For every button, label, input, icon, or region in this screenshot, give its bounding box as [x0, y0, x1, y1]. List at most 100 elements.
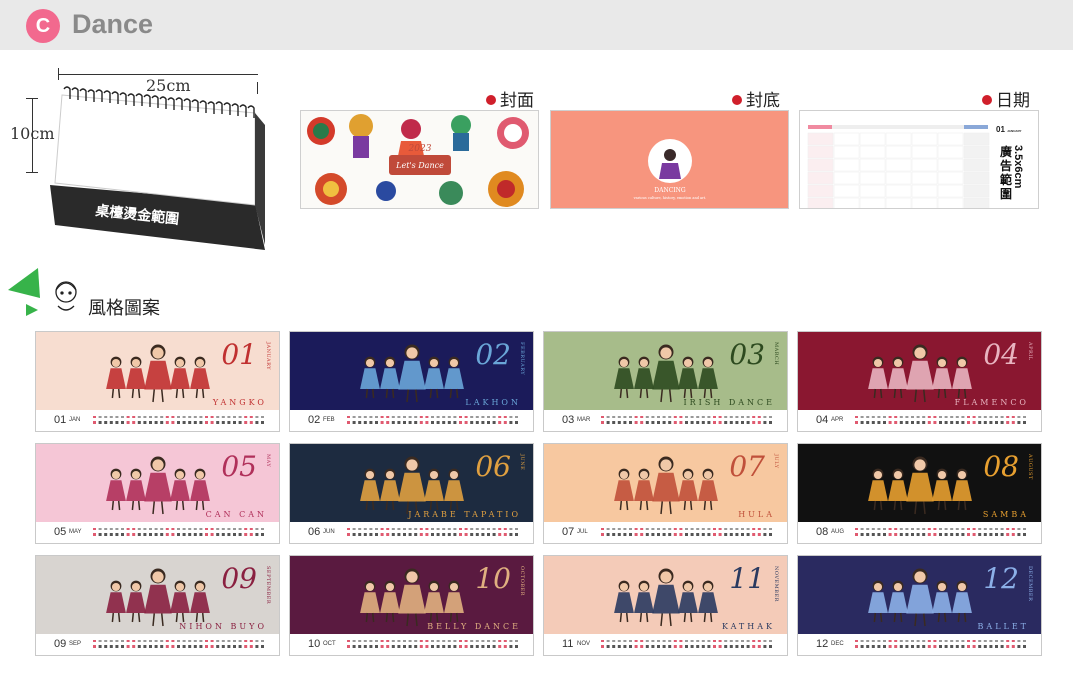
back-title: DANCING — [654, 187, 686, 194]
month-english-name: OCTOBER — [519, 566, 525, 596]
month-card-dec[interactable]: 12 DECEMBER BALLET 12 DEC — [797, 555, 1042, 656]
dance-style-name: SAMBA — [982, 510, 1029, 519]
day-strip — [855, 528, 1026, 536]
date-preview[interactable]: 01 JANUARY 廣告範圍 3.5x6cm — [799, 110, 1039, 209]
red-dot-icon — [486, 95, 496, 105]
month-card-nov[interactable]: 11 NOVEMBER KATHAK 11 NOV — [543, 555, 788, 656]
month-number: 03 — [729, 338, 765, 371]
month-english-name: JANUARY — [265, 342, 271, 371]
footer-month-abbr: AUG — [831, 529, 845, 535]
month-card-footer: 06 JUN — [290, 522, 533, 543]
day-strip — [601, 528, 772, 536]
footer-month-abbr: MAY — [69, 529, 82, 535]
month-number: 10 — [475, 562, 511, 595]
month-card-jun[interactable]: 06 JUNE JARABE TAPATIO 06 JUN — [289, 443, 534, 544]
month-number: 06 — [475, 450, 511, 483]
footer-month-abbr: FEB — [323, 417, 335, 423]
month-card-footer: 05 MAY — [36, 522, 279, 543]
ad-area-size: 3.5x6cm — [1012, 145, 1024, 189]
day-strip — [93, 416, 264, 424]
day-strip — [347, 640, 518, 648]
day-strip — [93, 640, 264, 648]
month-card-artwork: 06 JUNE JARABE TAPATIO — [290, 444, 533, 522]
green-triangle-icon — [8, 268, 40, 298]
footer-month-number: 12 — [816, 638, 829, 650]
month-number: 08 — [983, 450, 1019, 483]
month-english-name: APRIL — [1027, 342, 1033, 361]
footer-month-abbr: NOV — [577, 641, 591, 647]
month-card-footer: 03 MAR — [544, 410, 787, 431]
month-english-name: DECEMBER — [1027, 566, 1033, 602]
footer-month-abbr: JUN — [323, 529, 335, 535]
month-number: 11 — [729, 562, 765, 595]
month-card-artwork: 11 NOVEMBER KATHAK — [544, 556, 787, 634]
month-card-artwork: 03 MARCH IRISH DANCE — [544, 332, 787, 410]
dance-style-name: IRISH DANCE — [683, 398, 775, 407]
month-card-footer: 04 APR — [798, 410, 1041, 431]
month-english-name: JULY — [773, 454, 779, 469]
dance-style-name: BALLET — [977, 622, 1029, 631]
desk-calendar-product: 桌檯燙金範圍 — [50, 85, 270, 250]
month-card-jul[interactable]: 07 JULY HULA 07 JUL — [543, 443, 788, 544]
dance-style-name: CAN CAN — [205, 510, 267, 519]
footer-month-number: 10 — [308, 638, 321, 650]
month-card-artwork: 12 DECEMBER BALLET — [798, 556, 1041, 634]
height-dimension-text: 10cm — [10, 124, 55, 143]
month-english-name: SEPTEMBER — [265, 566, 271, 605]
month-english-name: MAY — [265, 454, 271, 468]
month-card-sep[interactable]: 09 SEPTEMBER NIHON BUYO 09 SEP — [35, 555, 280, 656]
footer-month-number: 11 — [562, 638, 574, 650]
dance-style-name: NIHON BUYO — [179, 622, 267, 631]
month-card-footer: 11 NOV — [544, 634, 787, 655]
style-heading-graphic — [8, 268, 77, 316]
day-strip — [347, 416, 518, 424]
cover-year: 2023 — [408, 144, 432, 154]
month-card-oct[interactable]: 10 OCTOBER BELLY DANCE 10 OCT — [289, 555, 534, 656]
month-card-artwork: 10 OCTOBER BELLY DANCE — [290, 556, 533, 634]
month-card-may[interactable]: 05 MAY CAN CAN 05 MAY — [35, 443, 280, 544]
dance-style-name: FLAMENCO — [954, 398, 1029, 407]
footer-month-abbr: APR — [831, 417, 844, 423]
dance-style-name: JARABE TAPATIO — [408, 510, 521, 519]
month-card-aug[interactable]: 08 AUGUST SAMBA 08 AUG — [797, 443, 1042, 544]
month-card-footer: 07 JUL — [544, 522, 787, 543]
footer-month-abbr: MAR — [577, 417, 591, 423]
day-strip — [347, 528, 518, 536]
day-strip — [601, 416, 772, 424]
footer-month-number: 02 — [308, 414, 321, 426]
footer-month-abbr: JUL — [577, 529, 588, 535]
footer-month-abbr: JAN — [69, 417, 81, 423]
footer-month-number: 09 — [54, 638, 67, 650]
red-dot-icon — [732, 95, 742, 105]
month-card-apr[interactable]: 04 APRIL FLAMENCO 04 APR — [797, 331, 1042, 432]
girl-doodle-icon — [55, 281, 77, 311]
month-card-mar[interactable]: 03 MARCH IRISH DANCE 03 MAR — [543, 331, 788, 432]
month-card-artwork: 04 APRIL FLAMENCO — [798, 332, 1041, 410]
back-artwork: DANCING various culture, history, emotio… — [633, 139, 707, 200]
month-card-footer: 10 OCT — [290, 634, 533, 655]
month-card-footer: 12 DEC — [798, 634, 1041, 655]
footer-month-number: 07 — [562, 526, 575, 538]
green-arrow-icon — [26, 304, 38, 316]
month-english-name: AUGUST — [1027, 454, 1033, 480]
day-strip — [601, 640, 772, 648]
dance-style-name: YANGKO — [212, 398, 267, 407]
day-strip — [855, 416, 1026, 424]
header-bar: C Dance — [0, 0, 1073, 50]
date-label: 日期 — [982, 86, 1030, 111]
footer-month-abbr: DEC — [831, 641, 844, 647]
section-badge: C — [26, 9, 60, 43]
cover-preview[interactable]: 2023 Let's Dance — [300, 110, 539, 209]
cover-label: 封面 — [486, 86, 534, 111]
back-preview[interactable]: DANCING various culture, history, emotio… — [550, 110, 789, 209]
desk-calendar-drawing: 桌檯燙金範圍 — [50, 86, 265, 250]
month-card-feb[interactable]: 02 FEBRUARY LAKHON 02 FEB — [289, 331, 534, 432]
month-card-artwork: 07 JULY HULA — [544, 444, 787, 522]
month-card-artwork: 02 FEBRUARY LAKHON — [290, 332, 533, 410]
width-dimension-tick-left — [58, 68, 59, 80]
month-card-jan[interactable]: 01 JANUARY YANGKO 01 JAN — [35, 331, 280, 432]
month-number: 02 — [475, 338, 511, 371]
back-subtitle: various culture, history, emotion and ar… — [633, 196, 707, 200]
dance-style-name: HULA — [738, 510, 775, 519]
footer-month-number: 01 — [54, 414, 67, 426]
